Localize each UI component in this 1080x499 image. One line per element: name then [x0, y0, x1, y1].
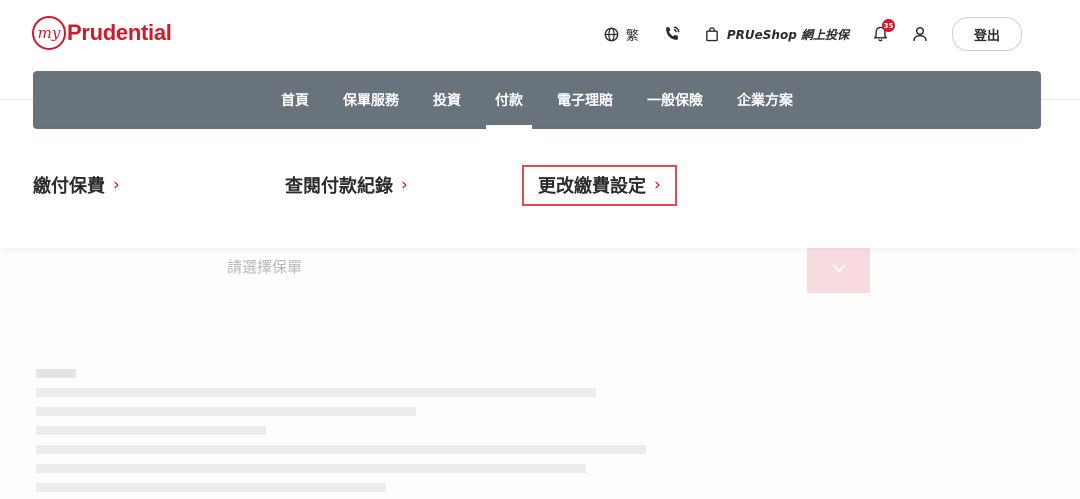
notes-line: [36, 483, 386, 492]
logo-wordmark: Prudential: [67, 20, 172, 45]
policy-select-placeholder: 請選擇保單: [227, 258, 303, 276]
submenu-pay-premium[interactable]: 繳付保費 ›: [33, 172, 120, 198]
phone-call-icon: [663, 25, 681, 43]
notes-line: [36, 426, 266, 435]
submenu-label: 查閱付款紀錄: [285, 176, 393, 197]
nav-item-e-claims[interactable]: 電子理賠: [557, 71, 613, 129]
submenu-label: 繳付保費: [33, 176, 105, 197]
submenu-payment-history[interactable]: 查閱付款紀錄 ›: [285, 172, 408, 198]
nav-item-home[interactable]: 首頁: [281, 71, 309, 129]
submenu-change-payment-settings[interactable]: 更改繳費設定 ›: [522, 165, 677, 206]
prudential-logo[interactable]: my Prudential: [32, 16, 172, 50]
chevron-right-icon: ›: [401, 175, 408, 195]
page: my Prudential 繁 PRUeShop 網上投保 35 登出 首頁 保…: [0, 0, 1080, 499]
globe-icon: [604, 27, 619, 42]
notification-badge: 35: [882, 19, 895, 32]
chevron-right-icon: ›: [113, 175, 120, 195]
user-icon: [912, 26, 928, 42]
notes-line: [36, 407, 416, 416]
language-label: 繁: [625, 28, 639, 44]
notes-line: [36, 464, 586, 473]
notes-line: [36, 388, 596, 397]
nav-item-policy-services[interactable]: 保單服務: [343, 71, 399, 129]
policy-select-toggle: [807, 241, 870, 293]
language-switcher[interactable]: 繁: [604, 25, 639, 44]
main-nav: 首頁 保單服務 投資 付款 電子理賠 一般保險 企業方案: [33, 71, 1041, 129]
nav-item-corporate-solutions[interactable]: 企業方案: [737, 71, 793, 129]
profile-button[interactable]: [912, 26, 928, 42]
chevron-right-icon: ›: [654, 175, 661, 195]
prueshop-label: PRUeShop 網上投保: [726, 27, 849, 42]
contact-button[interactable]: [663, 25, 681, 43]
blurred-notes: [36, 365, 646, 492]
logo-my-mark: my: [32, 16, 66, 50]
prueshop-link[interactable]: PRUeShop 網上投保: [705, 26, 849, 43]
notifications-button[interactable]: 35: [873, 19, 895, 42]
logout-button[interactable]: 登出: [952, 17, 1022, 51]
notes-line: [36, 445, 646, 454]
notes-line: [36, 369, 76, 378]
submenu-label: 更改繳費設定: [538, 176, 646, 197]
chevron-down-icon: [831, 258, 846, 277]
nav-item-investment[interactable]: 投資: [433, 71, 461, 129]
shopping-bag-icon: [705, 26, 719, 42]
payment-submenu: 繳付保費 › 查閱付款紀錄 › 更改繳費設定 ›: [0, 129, 1080, 248]
nav-item-general-insurance[interactable]: 一般保險: [647, 71, 703, 129]
nav-item-payment[interactable]: 付款: [486, 71, 532, 129]
header-tools: 繁 PRUeShop 網上投保 35 登出: [580, 17, 1022, 51]
